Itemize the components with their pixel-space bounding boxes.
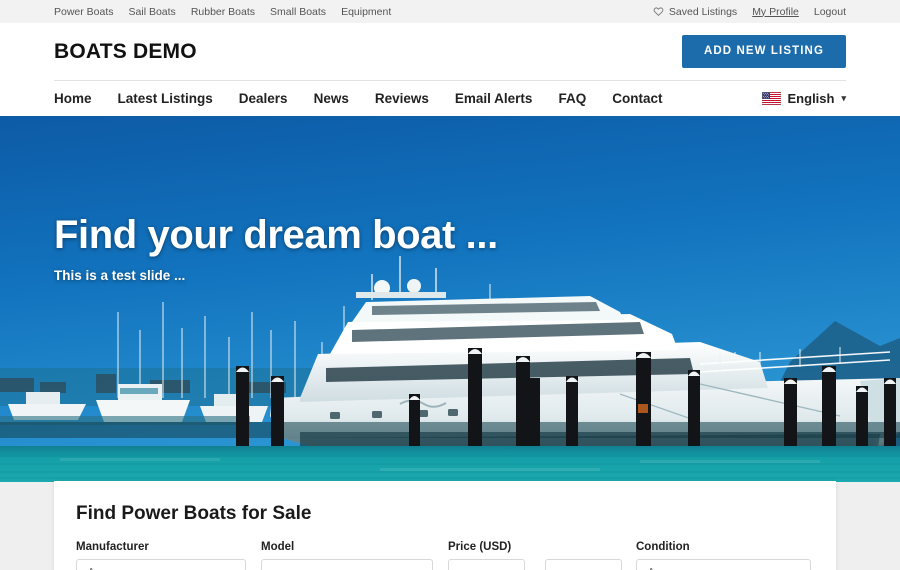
model-input[interactable] — [261, 559, 433, 570]
us-flag-icon — [761, 91, 781, 105]
my-profile-link[interactable]: My Profile — [752, 6, 799, 18]
price-range-row: - — [448, 559, 622, 570]
nav-item-contact[interactable]: Contact — [612, 91, 662, 106]
nav-item-faq[interactable]: FAQ — [558, 91, 586, 106]
hero-title: Find your dream boat ... — [54, 213, 498, 257]
topbar-link-sail-boats[interactable]: Sail Boats — [129, 6, 176, 18]
hero-image — [0, 116, 900, 482]
site-logo[interactable]: BOATS DEMO — [54, 40, 197, 64]
price-min-input[interactable] — [448, 559, 525, 570]
saved-listings-link[interactable]: Saved Listings — [653, 6, 737, 18]
manufacturer-label: Manufacturer — [76, 541, 149, 553]
nav-item-reviews[interactable]: Reviews — [375, 91, 429, 106]
nav-item-dealers[interactable]: Dealers — [239, 91, 288, 106]
category-links: Power Boats Sail Boats Rubber Boats Smal… — [54, 6, 391, 18]
search-panel-title: Find Power Boats for Sale — [76, 503, 312, 524]
condition-field-group: Condition — [636, 541, 811, 570]
language-selector[interactable]: English ▾ — [761, 90, 846, 106]
price-max-input[interactable] — [545, 559, 622, 570]
account-links: Saved Listings My Profile Logout — [653, 6, 846, 18]
main-nav-bar: Home Latest Listings Dealers News Review… — [0, 80, 900, 116]
heart-outline-icon — [653, 6, 664, 17]
page-root: Power Boats Sail Boats Rubber Boats Smal… — [0, 0, 900, 570]
price-label: Price (USD) — [448, 541, 512, 553]
price-field-group: Price (USD) - — [448, 541, 622, 570]
saved-listings-label: Saved Listings — [668, 5, 738, 18]
manufacturer-field-group: Manufacturer — [76, 541, 246, 570]
nav-item-news[interactable]: News — [314, 91, 349, 106]
manufacturer-input[interactable] — [76, 559, 246, 570]
search-fields: Manufacturer Model Price (USD) - Conditi… — [76, 541, 814, 570]
model-label: Model — [261, 541, 295, 553]
hero-slide: Find your dream boat ... This is a test … — [0, 116, 900, 482]
condition-label: Condition — [636, 541, 690, 553]
add-new-listing-button[interactable]: ADD NEW LISTING — [682, 35, 846, 68]
top-utility-bar: Power Boats Sail Boats Rubber Boats Smal… — [0, 0, 900, 23]
topbar-link-small-boats[interactable]: Small Boats — [270, 6, 326, 18]
hero-subtitle: This is a test slide ... — [54, 268, 186, 283]
topbar-link-power-boats[interactable]: Power Boats — [54, 6, 114, 18]
logout-link[interactable]: Logout — [814, 6, 846, 18]
nav-item-email-alerts[interactable]: Email Alerts — [455, 91, 533, 106]
model-field-group: Model — [261, 541, 433, 570]
chevron-down-icon: ▾ — [841, 92, 846, 103]
topbar-link-rubber-boats[interactable]: Rubber Boats — [191, 6, 255, 18]
hero-caption: Find your dream boat ... This is a test … — [54, 214, 498, 283]
condition-input[interactable] — [636, 559, 811, 570]
search-panel: Find Power Boats for Sale Manufacturer M… — [54, 481, 836, 570]
nav-links: Home Latest Listings Dealers News Review… — [54, 91, 662, 106]
site-header: BOATS DEMO ADD NEW LISTING — [0, 23, 900, 80]
topbar-link-equipment[interactable]: Equipment — [341, 6, 391, 18]
nav-item-latest-listings[interactable]: Latest Listings — [118, 91, 213, 106]
nav-item-home[interactable]: Home — [54, 91, 92, 106]
language-label: English — [787, 90, 835, 106]
